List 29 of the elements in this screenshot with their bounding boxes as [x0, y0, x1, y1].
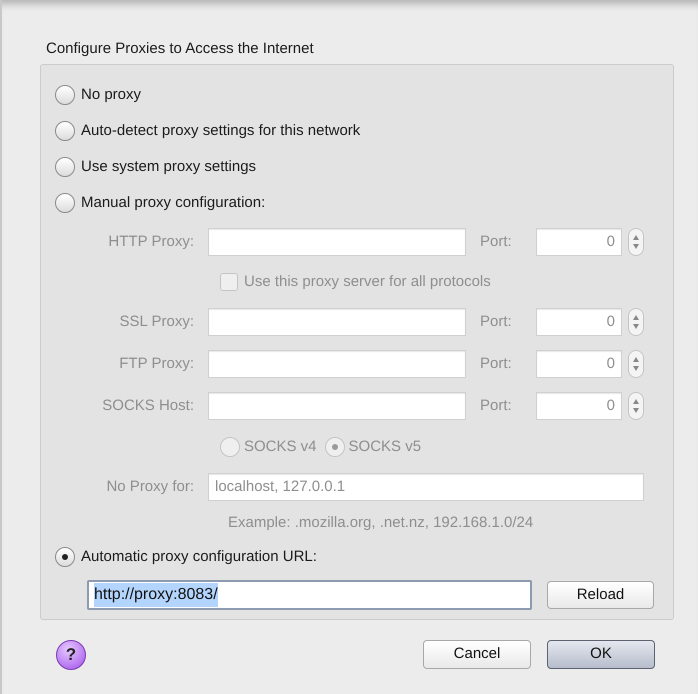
example-hint: Example: .mozilla.org, .net.nz, 192.168.1.0/24 — [228, 512, 534, 533]
field-label: SSL Proxy: — [118, 312, 195, 332]
radio-label: SOCKS v5 — [348, 436, 422, 457]
field-label: SOCKS Host: — [101, 396, 195, 416]
radio-label: No proxy — [81, 84, 142, 105]
section-title: Configure Proxies to Access the Internet — [46, 39, 314, 59]
radio-label: SOCKS v4 — [244, 436, 317, 457]
field-label: Port: — [480, 396, 513, 416]
checkbox-label: Use this proxy server for all protocols — [244, 272, 491, 292]
radio-label: Auto-detect proxy settings for this network — [81, 120, 360, 141]
url-field[interactable]: http://proxy:8083/ — [87, 580, 532, 610]
radio-button[interactable] — [55, 547, 75, 567]
dialog-button[interactable]: Cancel — [423, 640, 531, 669]
radio-button[interactable] — [55, 193, 75, 213]
field-label: Port: — [480, 354, 513, 374]
field-label: Port: — [480, 232, 513, 252]
field-label: Port: — [480, 312, 513, 332]
reload-button[interactable]: Reload — [547, 581, 654, 609]
radio-button[interactable] — [55, 85, 75, 105]
radio-label: Use system proxy settings — [81, 156, 256, 177]
field-label: No Proxy for: — [105, 476, 195, 497]
field-label: HTTP Proxy: — [107, 232, 195, 252]
radio-button[interactable] — [55, 157, 75, 177]
radio-button[interactable] — [55, 121, 75, 141]
dialog-button[interactable]: OK — [547, 640, 655, 669]
field-label: FTP Proxy: — [118, 354, 195, 374]
help-button[interactable]: ? — [56, 640, 86, 670]
radio-label: Manual proxy configuration: — [81, 192, 266, 213]
radio-label: Automatic proxy configuration URL: — [81, 546, 317, 567]
